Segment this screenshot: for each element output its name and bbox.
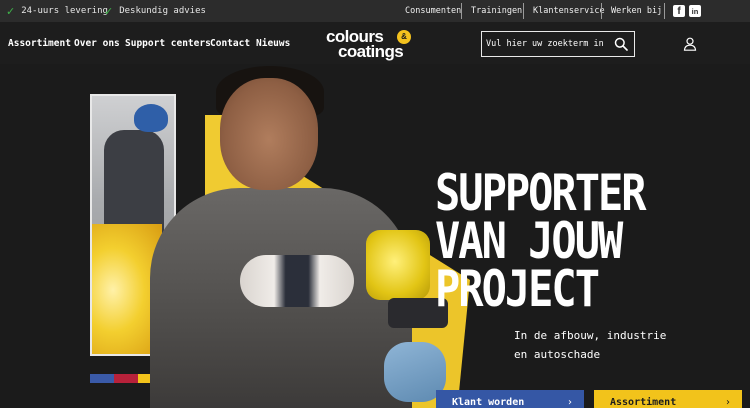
hero-subtitle-line-1: In de afbouw, industrie xyxy=(514,329,667,342)
stripe-red xyxy=(114,374,138,383)
facebook-icon[interactable]: f xyxy=(673,5,685,17)
nav-over-ons[interactable]: Over ons xyxy=(74,38,120,49)
logo-text-bottom: coatings xyxy=(338,42,404,61)
nav-nieuws[interactable]: Nieuws xyxy=(256,38,290,49)
stripe-blue xyxy=(90,374,114,383)
divider xyxy=(461,3,462,19)
chevron-right-icon: › xyxy=(726,397,730,408)
toplink-werken-bij[interactable]: Werken bij xyxy=(611,0,662,22)
nav-support-centers[interactable]: Support centers xyxy=(125,38,211,49)
usp-text: 24-uurs levering xyxy=(21,6,108,16)
checkmark-icon: ✓ xyxy=(6,4,16,18)
button-label: Klant worden xyxy=(452,397,525,408)
assortment-button[interactable]: Assortiment › xyxy=(594,390,742,408)
button-label: Assortiment xyxy=(610,397,677,408)
usp-text: Deskundig advies xyxy=(119,6,206,16)
nav-assortiment[interactable]: Assortiment xyxy=(8,38,71,49)
toplink-trainingen[interactable]: Trainingen xyxy=(471,0,522,22)
divider xyxy=(523,3,524,19)
toplink-consumenten[interactable]: Consumenten xyxy=(405,0,461,22)
linkedin-icon[interactable]: in xyxy=(689,5,701,17)
hero-subtitle-line-2: en autoschade xyxy=(514,348,601,361)
search-box xyxy=(481,31,635,57)
user-account-icon[interactable] xyxy=(683,37,697,51)
spray-gun-cup xyxy=(366,230,430,300)
nav-contact[interactable]: Contact xyxy=(210,38,250,49)
toplink-klantenservice[interactable]: Klantenservice xyxy=(533,0,605,22)
model-face xyxy=(220,78,318,190)
become-customer-button[interactable]: Klant worden › xyxy=(436,390,584,408)
usp-item: ✓ Deskundig advies xyxy=(104,0,206,22)
brand-logo[interactable]: colours & coatings xyxy=(326,27,422,61)
page: ✓ 24-uurs levering ✓ Deskundig advies Co… xyxy=(0,0,750,408)
respirator-mask xyxy=(240,255,354,307)
top-bar: ✓ 24-uurs levering ✓ Deskundig advies Co… xyxy=(0,0,750,22)
search-input[interactable] xyxy=(486,36,606,52)
divider xyxy=(601,3,602,19)
helmet-shape xyxy=(134,104,168,132)
usp-item: ✓ 24-uurs levering xyxy=(6,0,108,22)
search-icon[interactable] xyxy=(614,37,628,51)
chevron-right-icon: › xyxy=(568,397,572,408)
checkmark-icon: ✓ xyxy=(104,4,114,18)
hero-headline-line-3: PROJECT xyxy=(435,260,600,318)
divider xyxy=(664,3,665,19)
